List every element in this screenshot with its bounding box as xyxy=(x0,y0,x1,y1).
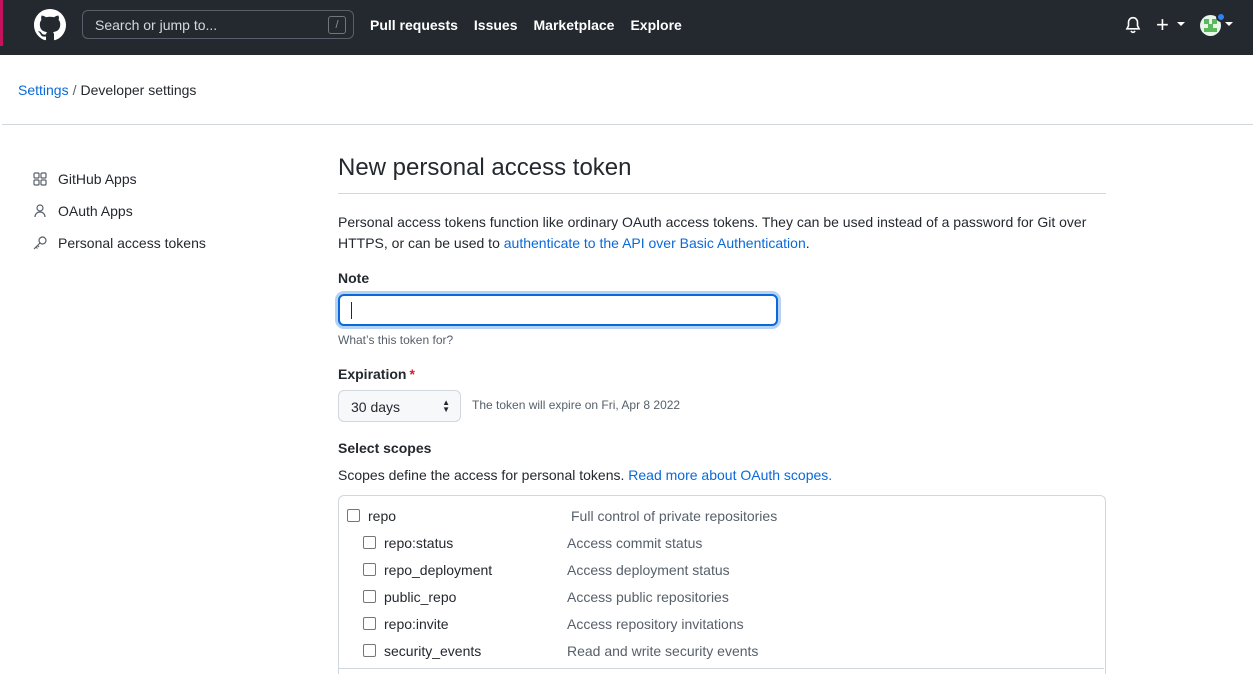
breadcrumb-separator: / xyxy=(72,82,77,98)
scope-name: repo_deployment xyxy=(384,562,493,578)
chevron-down-icon[interactable] xyxy=(1177,22,1185,26)
header-accent xyxy=(0,0,3,46)
scope-row-repo-deployment: repo_deployment Access deployment status xyxy=(339,560,1105,580)
scope-description: Access deployment status xyxy=(567,562,730,578)
sidebar: GitHub Apps OAuth Apps Personal access t… xyxy=(32,163,206,259)
top-header: Search or jump to... / Pull requests Iss… xyxy=(0,0,1253,55)
main-content: New personal access token Personal acces… xyxy=(338,154,1106,674)
scope-row-repo: repo Full control of private repositorie… xyxy=(339,506,1105,526)
note-label: Note xyxy=(338,270,370,286)
note-input[interactable] xyxy=(338,294,778,326)
breadcrumb-current: Developer settings xyxy=(80,82,197,98)
scope-checkbox[interactable] xyxy=(363,644,376,657)
scope-row-public-repo: public_repo Access public repositories xyxy=(339,587,1105,607)
scope-checkbox[interactable] xyxy=(363,590,376,603)
oauth-scopes-link[interactable]: Read more about OAuth scopes. xyxy=(628,467,832,483)
scopes-desc-text: Scopes define the access for personal to… xyxy=(338,467,629,483)
scope-checkbox[interactable] xyxy=(363,563,376,576)
chevron-down-icon[interactable] xyxy=(1225,22,1233,26)
scope-checkbox[interactable] xyxy=(363,617,376,630)
github-logo-icon[interactable] xyxy=(34,9,66,41)
nav-issues[interactable]: Issues xyxy=(474,17,518,33)
sidebar-item-label: GitHub Apps xyxy=(58,171,137,187)
scope-row-repo-invite: repo:invite Access repository invitation… xyxy=(339,614,1105,634)
nav-marketplace[interactable]: Marketplace xyxy=(534,17,615,33)
intro-text: Personal access tokens function like ord… xyxy=(338,212,1098,254)
text-cursor xyxy=(351,302,352,319)
divider xyxy=(2,124,1253,125)
required-mark: * xyxy=(409,366,415,382)
scope-name: public_repo xyxy=(384,589,457,605)
page-title: New personal access token xyxy=(338,154,1106,194)
scopes-description: Scopes define the access for personal to… xyxy=(338,467,832,483)
key-icon xyxy=(33,236,47,250)
scope-name: security_events xyxy=(384,643,482,659)
breadcrumb-settings[interactable]: Settings xyxy=(18,82,69,98)
nav-explore[interactable]: Explore xyxy=(630,17,681,33)
note-hint: What’s this token for? xyxy=(338,333,454,347)
scope-row-security-events: security_events Read and write security … xyxy=(339,641,1105,661)
breadcrumb: Settings / Developer settings xyxy=(18,82,196,98)
search-input[interactable]: Search or jump to... / xyxy=(82,10,354,39)
slash-shortcut-icon: / xyxy=(328,16,346,34)
apps-icon xyxy=(33,172,47,186)
header-nav: Pull requests Issues Marketplace Explore xyxy=(370,17,682,33)
scopes-list: repo Full control of private repositorie… xyxy=(338,495,1106,674)
expiration-select[interactable]: 30 days ▲ ▼ xyxy=(338,390,461,422)
expiration-value: 30 days xyxy=(351,399,401,415)
plus-icon[interactable]: + xyxy=(1156,14,1169,36)
basic-auth-link[interactable]: authenticate to the API over Basic Authe… xyxy=(504,235,806,251)
select-arrows-icon: ▲ ▼ xyxy=(442,398,450,414)
scope-description: Access commit status xyxy=(567,535,703,551)
scope-description: Read and write security events xyxy=(567,643,759,659)
expiration-note: The token will expire on Fri, Apr 8 2022 xyxy=(472,398,681,412)
scope-description: Access repository invitations xyxy=(567,616,744,632)
sidebar-item-github-apps[interactable]: GitHub Apps xyxy=(32,163,206,195)
expiration-label-text: Expiration xyxy=(338,366,407,382)
scope-checkbox[interactable] xyxy=(347,509,360,522)
scope-row-repo-status: repo:status Access commit status xyxy=(339,533,1105,553)
nav-pull-requests[interactable]: Pull requests xyxy=(370,17,458,33)
scope-name: repo:status xyxy=(384,535,454,551)
status-dot xyxy=(1216,12,1226,22)
scopes-label: Select scopes xyxy=(338,440,432,456)
scope-description: Full control of private repositories xyxy=(571,508,778,524)
sidebar-item-oauth-apps[interactable]: OAuth Apps xyxy=(32,195,206,227)
sidebar-item-label: OAuth Apps xyxy=(58,203,133,219)
sidebar-item-personal-access-tokens[interactable]: Personal access tokens xyxy=(32,227,206,259)
scope-name: repo xyxy=(368,508,397,524)
scope-description: Access public repositories xyxy=(567,589,729,605)
scope-checkbox[interactable] xyxy=(363,536,376,549)
scope-name: repo:invite xyxy=(384,616,449,632)
intro-end: . xyxy=(805,235,810,251)
expiration-label: Expiration * xyxy=(338,366,415,382)
bell-icon[interactable] xyxy=(1124,16,1142,34)
scope-divider xyxy=(338,668,1104,669)
sidebar-item-label: Personal access tokens xyxy=(58,235,206,251)
person-icon xyxy=(34,204,46,218)
search-placeholder: Search or jump to... xyxy=(95,17,218,33)
